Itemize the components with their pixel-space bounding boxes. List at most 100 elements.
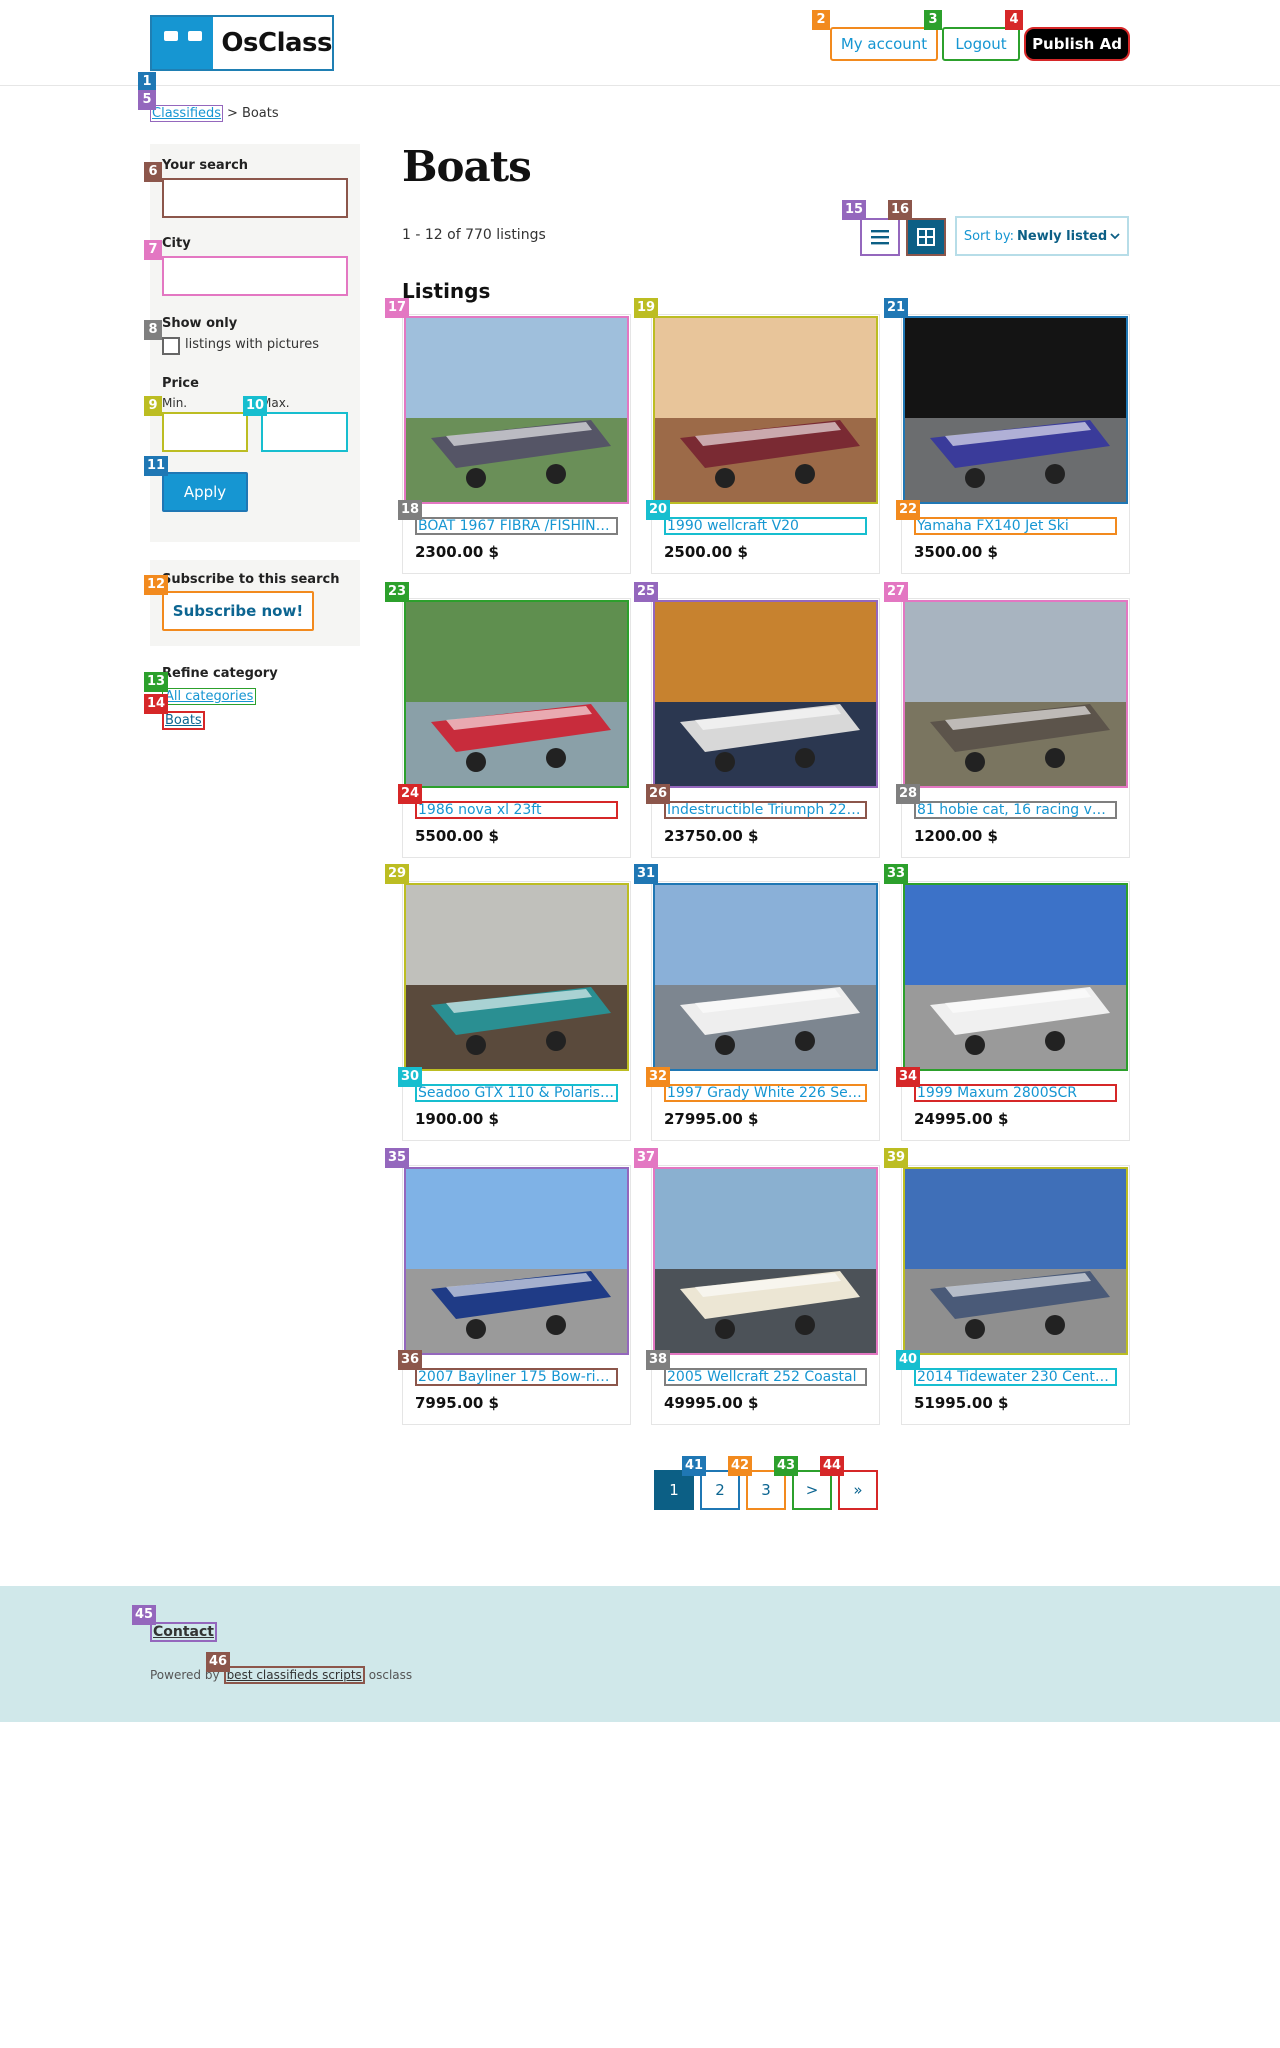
annotation-badge: 2 [812, 10, 830, 30]
page-3-button[interactable]: 3 [746, 1470, 786, 1510]
search-input[interactable] [162, 178, 348, 218]
listing-title-link[interactable]: Yamaha FX140 Jet Ski [914, 517, 1117, 535]
max-price-input[interactable] [261, 412, 348, 452]
annotation-badge: 31 [634, 864, 659, 884]
listing-title-link[interactable]: BOAT 1967 FIBRA /FISHING BOAT [415, 517, 618, 535]
annotation-badge: 26 [646, 784, 671, 804]
list-view-button[interactable] [860, 218, 900, 256]
listing-image[interactable] [903, 600, 1128, 788]
annotation-badge: 5 [138, 90, 156, 110]
listing-count: 1 - 12 of 770 listings [402, 227, 546, 243]
listing-card[interactable]: 1997 Grady White 226 Seafarer 27995.00 $ [651, 881, 880, 1141]
annotation-badge: 46 [206, 1652, 231, 1672]
next-page-button[interactable]: > [792, 1470, 832, 1510]
listing-price: 2300.00 $ [415, 543, 499, 561]
listing-price: 23750.00 $ [664, 827, 759, 845]
boat-photo [655, 1169, 876, 1353]
annotation-badge: 27 [884, 582, 909, 602]
listing-card[interactable]: Seadoo GTX 110 & Polaris Jet Skis 1900.00… [402, 881, 631, 1141]
listing-card[interactable]: Indestructible Triumph 22' Center Consol… [651, 598, 880, 858]
grid-view-button[interactable] [906, 218, 946, 256]
listing-price: 49995.00 $ [664, 1394, 759, 1412]
breadcrumb-current: Boats [241, 106, 279, 121]
apply-button[interactable]: Apply [162, 472, 248, 512]
annotation-badge: 15 [842, 200, 867, 220]
listing-card[interactable]: 1990 wellcraft V20 2500.00 $ [651, 314, 880, 574]
annotation-badge: 13 [144, 672, 169, 692]
page-2-button[interactable]: 2 [700, 1470, 740, 1510]
listing-title-link[interactable]: Seadoo GTX 110 & Polaris Jet Skis [415, 1084, 618, 1102]
annotation-badge: 37 [634, 1148, 659, 1168]
annotation-badge: 1 [138, 72, 156, 92]
listing-card[interactable]: BOAT 1967 FIBRA /FISHING BOAT 2300.00 $ [402, 314, 631, 574]
annotation-badge: 12 [144, 575, 169, 595]
listing-price: 27995.00 $ [664, 1110, 759, 1128]
listing-title-link[interactable]: 2007 Bayliner 175 Bow-rider [415, 1368, 618, 1386]
boat-photo [655, 602, 876, 786]
listing-image[interactable] [903, 883, 1128, 1071]
listing-title-link[interactable]: 1990 wellcraft V20 [664, 517, 867, 535]
annotation-badge: 23 [385, 582, 410, 602]
your-search-label: Your search [162, 158, 249, 173]
listing-title-link[interactable]: Indestructible Triumph 22' Center Consol… [664, 801, 867, 819]
with-pictures-checkbox[interactable] [162, 337, 180, 355]
my-account-button[interactable]: My account [830, 27, 938, 61]
breadcrumb: Classifieds > Boats [150, 105, 279, 122]
boats-category-link[interactable]: Boats [162, 711, 205, 730]
contact-link[interactable]: Contact [150, 1622, 217, 1642]
listing-image[interactable] [404, 1167, 629, 1355]
listing-card[interactable]: 2005 Wellcraft 252 Coastal 49995.00 $ [651, 1165, 880, 1425]
boat-photo [905, 602, 1126, 786]
annotation-badge: 9 [144, 396, 162, 416]
sort-prefix: Sort by: [963, 228, 1014, 244]
last-page-button[interactable]: » [838, 1470, 878, 1510]
boat-photo [905, 318, 1126, 502]
chevron-down-icon [1110, 233, 1120, 240]
refine-category-label: Refine category [162, 666, 278, 681]
annotation-badge: 30 [398, 1067, 423, 1087]
boat-photo [905, 1169, 1126, 1353]
subscribe-label: Subscribe to this search [162, 572, 340, 587]
listing-image[interactable] [653, 883, 878, 1071]
listing-title-link[interactable]: 1997 Grady White 226 Seafarer [664, 1084, 867, 1102]
site-logo[interactable]: OsClass [150, 15, 334, 71]
annotation-badge: 28 [896, 784, 921, 804]
listing-card[interactable]: 1999 Maxum 2800SCR 24995.00 $ [901, 881, 1130, 1141]
listing-title-link[interactable]: 1999 Maxum 2800SCR [914, 1084, 1117, 1102]
annotation-badge: 43 [774, 1456, 799, 1476]
all-categories-link[interactable]: All categories [162, 688, 257, 705]
annotation-badge: 39 [884, 1148, 909, 1168]
city-input[interactable] [162, 256, 348, 296]
annotation-badge: 29 [385, 864, 410, 884]
listing-title-link[interactable]: 1986 nova xl 23ft [415, 801, 618, 819]
logout-button[interactable]: Logout [942, 27, 1020, 61]
listing-image[interactable] [404, 883, 629, 1071]
listing-title-link[interactable]: 2014 Tidewater 230 Center Console [914, 1368, 1117, 1386]
listing-card[interactable]: 2007 Bayliner 175 Bow-rider 7995.00 $ [402, 1165, 631, 1425]
listing-card[interactable]: 1986 nova xl 23ft 5500.00 $ [402, 598, 631, 858]
site-header: OsClass My account Logout Publish Ad [0, 0, 1280, 86]
subscribe-button[interactable]: Subscribe now! [162, 591, 314, 631]
annotation-badge: 18 [398, 500, 423, 520]
listing-image[interactable] [903, 1167, 1128, 1355]
annotation-badge: 11 [144, 456, 169, 476]
classifieds-scripts-link[interactable]: best classifieds scripts [223, 1666, 365, 1684]
listing-card[interactable]: Yamaha FX140 Jet Ski 3500.00 $ [901, 314, 1130, 574]
listing-image[interactable] [653, 1167, 878, 1355]
sort-dropdown[interactable]: Sort by: Newly listed [955, 216, 1129, 256]
listing-title-link[interactable]: 2005 Wellcraft 252 Coastal [664, 1368, 867, 1386]
listing-image[interactable] [404, 316, 629, 504]
min-price-input[interactable] [162, 412, 248, 452]
listing-image[interactable] [903, 316, 1128, 504]
page-1-button[interactable]: 1 [654, 1470, 694, 1510]
annotation-badge: 45 [132, 1605, 157, 1625]
listing-title-link[interactable]: 81 hobie cat, 16 racing version [914, 801, 1117, 819]
list-icon [871, 230, 889, 245]
listing-card[interactable]: 2014 Tidewater 230 Center Console 51995.0… [901, 1165, 1130, 1425]
listing-image[interactable] [653, 316, 878, 504]
breadcrumb-classifieds-link[interactable]: Classifieds [150, 105, 224, 122]
publish-ad-button[interactable]: Publish Ad [1024, 27, 1130, 61]
listing-image[interactable] [404, 600, 629, 788]
listing-image[interactable] [653, 600, 878, 788]
listing-card[interactable]: 81 hobie cat, 16 racing version 1200.00 $ [901, 598, 1130, 858]
